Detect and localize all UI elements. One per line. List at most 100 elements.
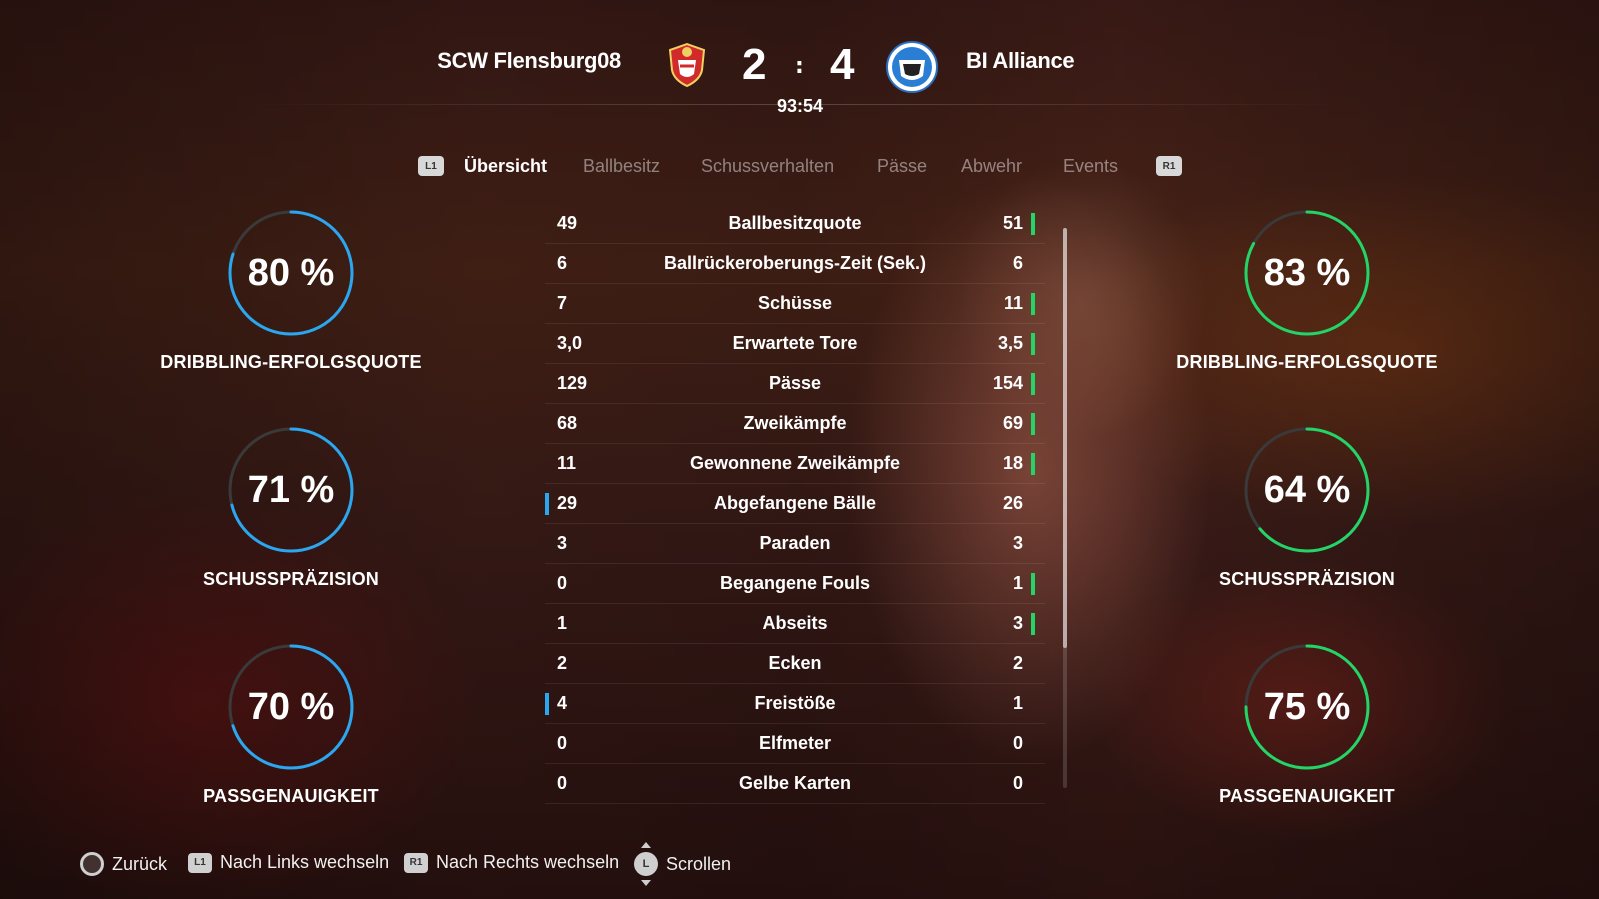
away-stat-value: 3 <box>1012 533 1023 553</box>
switch-right-action[interactable]: R1 Nach Rechts wechseln <box>404 852 619 873</box>
stat-name: Freistöße <box>754 693 836 713</box>
away-stat-value: 18 <box>1002 453 1023 473</box>
stat-name: Abgefangene Bälle <box>713 493 877 513</box>
stat-row: 68 Zweikämpfe 69 <box>545 404 1045 444</box>
stat-row: 29 Abgefangene Bälle 26 <box>545 484 1045 524</box>
switch-right-label: Nach Rechts wechseln <box>436 852 620 872</box>
switch-left-label: Nach Links wechseln <box>220 852 390 872</box>
stat-name: Ecken <box>768 653 822 673</box>
home-team-name: SCW Flensburg08 <box>437 48 621 73</box>
tab-paesse[interactable]: Pässe <box>877 156 927 177</box>
away-stat-value: 154 <box>992 373 1023 393</box>
ring-label: SCHUSSPRÄZISION <box>1218 569 1396 589</box>
tab-schussverhalten[interactable]: Schussverhalten <box>701 156 834 177</box>
away-stat-value: 0 <box>1012 733 1023 753</box>
stat-row: 2 Ecken 2 <box>545 644 1045 684</box>
scroll-label: Scrollen <box>666 853 732 874</box>
back-label: Zurück <box>112 853 168 874</box>
away-team-name: BI Alliance <box>966 48 1075 73</box>
scroll-action[interactable]: L Scrollen <box>634 842 732 886</box>
away-stat-value: 51 <box>1002 213 1023 233</box>
stat-row: 11 Gewonnene Zweikämpfe 18 <box>545 444 1045 484</box>
stat-name: Gelbe Karten <box>738 773 852 793</box>
left-stick-icon: L <box>634 842 658 886</box>
away-stat-value: 1 <box>1012 573 1023 593</box>
stat-name: Abseits <box>762 613 828 633</box>
stat-name: Paraden <box>759 533 831 553</box>
stats-table[interactable]: 49 Ballbesitzquote 51 6 Ballrückeroberungs-… <box>545 204 1045 804</box>
stat-name: Ballbesitzquote <box>728 213 862 233</box>
away-ring-passing: 75 % PASSGENAUIGKEIT <box>1157 642 1457 807</box>
stat-name: Zweikämpfe <box>743 413 847 433</box>
stat-row: 3 Paraden 3 <box>545 524 1045 564</box>
stat-row: 1 Abseits 3 <box>545 604 1045 644</box>
tab-events[interactable]: Events <box>1063 156 1118 177</box>
away-score: 4 <box>830 40 855 89</box>
stat-row: 6 Ballrückeroberungs-Zeit (Sek.) 6 <box>545 244 1045 284</box>
stat-row: 0 Gelbe Karten 0 <box>545 764 1045 804</box>
switch-left-action[interactable]: L1 Nach Links wechseln <box>188 852 389 873</box>
ring-value: 83 % <box>1263 251 1351 294</box>
ring-value: 75 % <box>1263 685 1351 728</box>
away-stat-value: 3,5 <box>997 333 1023 353</box>
home-team-crest-icon <box>668 42 706 88</box>
ring-value: 70 % <box>247 685 335 728</box>
ring-label: PASSGENAUIGKEIT <box>1219 786 1395 806</box>
stat-row: 4 Freistöße 1 <box>545 684 1045 724</box>
home-ring-shooting: 71 % SCHUSSPRÄZISION <box>141 425 441 590</box>
stat-row: 49 Ballbesitzquote 51 <box>545 204 1045 244</box>
away-stat-value: 69 <box>1002 413 1023 433</box>
away-stat-value: 3 <box>1012 613 1023 633</box>
away-lead-bar <box>1031 293 1035 315</box>
ring-value: 64 % <box>1263 468 1351 511</box>
away-stat-value: 6 <box>1012 253 1023 273</box>
away-ring-dribbling: 83 % DRIBBLING-ERFOLGSQUOTE <box>1157 208 1457 373</box>
match-clock: 93:54 <box>776 96 824 116</box>
stat-row: 3,0 Erwartete Tore 3,5 <box>545 324 1045 364</box>
away-lead-bar <box>1031 613 1035 635</box>
stat-row: 0 Begangene Fouls 1 <box>545 564 1045 604</box>
tab-uebersicht[interactable]: Übersicht <box>464 156 547 177</box>
home-ring-dribbling: 80 % DRIBBLING-ERFOLGSQUOTE <box>141 208 441 373</box>
circle-button-icon <box>80 852 104 876</box>
away-stat-value: 26 <box>1002 493 1023 513</box>
score-separator: : <box>795 54 804 79</box>
l1-button-icon: L1 <box>188 852 212 873</box>
r1-button-icon: R1 <box>404 852 428 873</box>
away-stat-value: 2 <box>1012 653 1023 673</box>
ring-value: 80 % <box>247 251 335 294</box>
away-stat-value: 1 <box>1012 693 1023 713</box>
away-team-crest-icon <box>886 41 938 93</box>
stat-name: Ballrückeroberungs-Zeit (Sek.) <box>663 253 927 273</box>
stat-name: Erwartete Tore <box>732 333 858 353</box>
stat-name: Schüsse <box>757 293 833 313</box>
away-lead-bar <box>1031 333 1035 355</box>
away-lead-bar <box>1031 573 1035 595</box>
home-ring-passing: 70 % PASSGENAUIGKEIT <box>141 642 441 807</box>
away-lead-bar <box>1031 373 1035 395</box>
away-ring-shooting: 64 % SCHUSSPRÄZISION <box>1157 425 1457 590</box>
away-stat-value: 0 <box>1012 773 1023 793</box>
ring-label: PASSGENAUIGKEIT <box>203 786 379 806</box>
ring-value: 71 % <box>247 468 335 511</box>
ring-label: DRIBBLING-ERFOLGSQUOTE <box>160 352 422 372</box>
away-lead-bar <box>1031 453 1035 475</box>
away-stat-value: 11 <box>1003 293 1023 313</box>
stat-name: Elfmeter <box>758 733 832 753</box>
stat-name: Begangene Fouls <box>719 573 871 593</box>
home-score: 2 <box>742 40 767 89</box>
stat-name: Pässe <box>768 373 822 393</box>
ring-label: DRIBBLING-ERFOLGSQUOTE <box>1176 352 1438 372</box>
r1-button-icon[interactable]: R1 <box>1156 156 1182 176</box>
tab-ballbesitz[interactable]: Ballbesitz <box>583 156 660 177</box>
stat-row: 0 Elfmeter 0 <box>545 724 1045 764</box>
l1-button-icon[interactable]: L1 <box>418 156 444 176</box>
scrollbar-thumb[interactable] <box>1063 228 1067 648</box>
tab-abwehr[interactable]: Abwehr <box>961 156 1022 177</box>
stat-name: Gewonnene Zweikämpfe <box>689 453 901 473</box>
away-lead-bar <box>1031 413 1035 435</box>
stat-row: 129 Pässe 154 <box>545 364 1045 404</box>
back-action[interactable]: Zurück <box>80 852 167 876</box>
stat-row: 7 Schüsse 11 <box>545 284 1045 324</box>
ring-label: SCHUSSPRÄZISION <box>202 569 380 589</box>
